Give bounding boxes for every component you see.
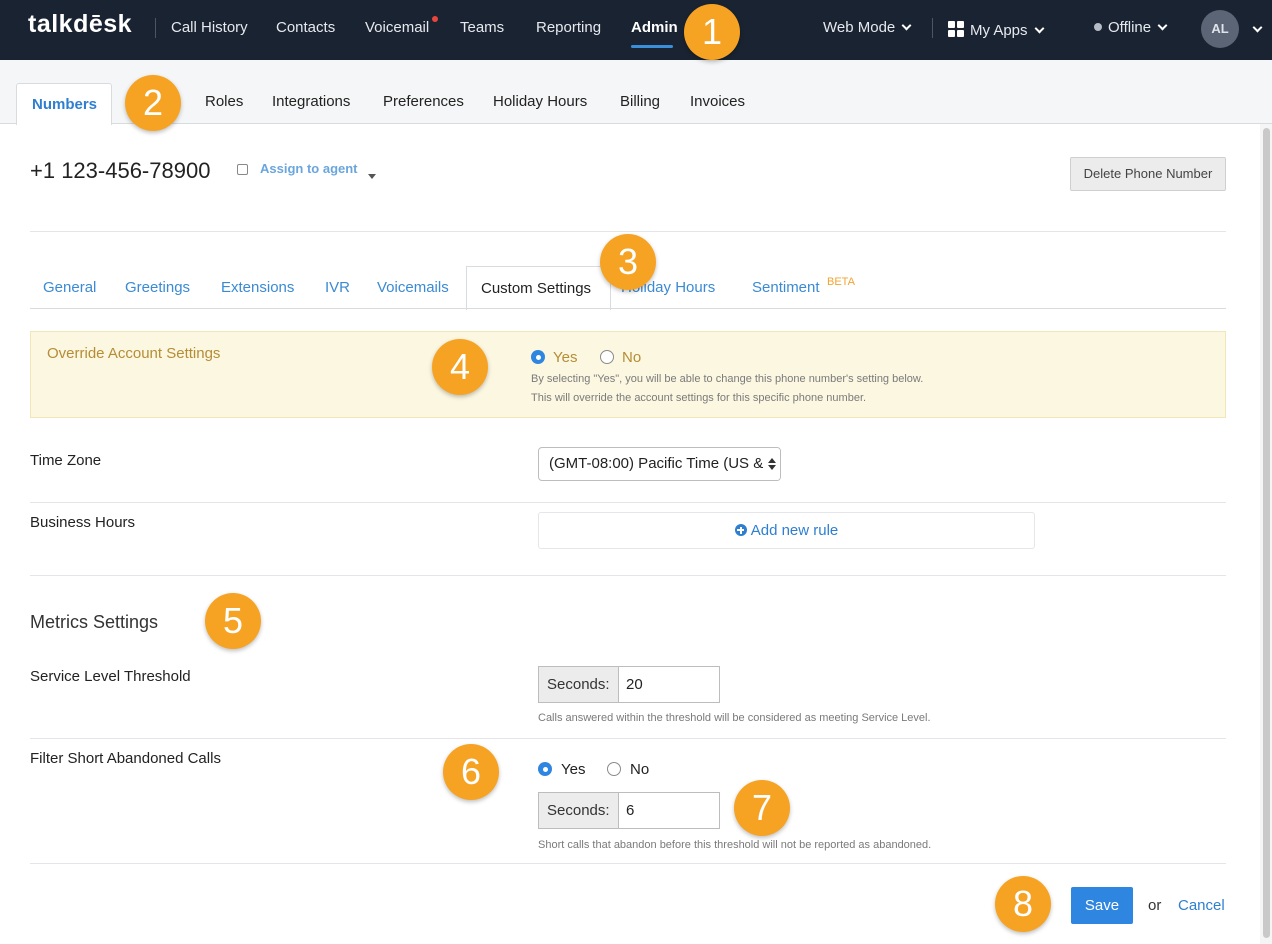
- status-dropdown[interactable]: Offline: [1094, 19, 1168, 36]
- callout-badge-1: 1: [684, 4, 740, 60]
- service-level-threshold-label: Service Level Threshold: [30, 668, 191, 685]
- chevron-down-icon: [1157, 20, 1168, 31]
- time-zone-label: Time Zone: [30, 452, 102, 469]
- web-mode-dropdown[interactable]: Web Mode: [823, 19, 912, 36]
- add-new-rule-button[interactable]: Add new rule: [538, 512, 1035, 549]
- callout-badge-3: 3: [600, 234, 656, 290]
- web-mode-label: Web Mode: [823, 19, 896, 36]
- assign-to-agent-checkbox[interactable]: [237, 164, 248, 175]
- filter-yes-radio[interactable]: [538, 762, 552, 776]
- filter-short-input-group: Seconds:: [538, 792, 720, 829]
- talkdesk-logo[interactable]: talkdēsk: [28, 10, 132, 39]
- active-nav-indicator: [631, 45, 673, 48]
- tab-preferences[interactable]: Preferences: [383, 93, 464, 110]
- time-zone-select[interactable]: (GMT-08:00) Pacific Time (US & Canada): [538, 447, 781, 481]
- voicemail-notification-dot: [432, 16, 438, 22]
- subtab-sentiment[interactable]: Sentiment: [752, 279, 820, 296]
- tab-numbers[interactable]: Numbers: [16, 83, 112, 125]
- nav-divider: [155, 18, 156, 38]
- filter-no-radio[interactable]: [607, 762, 621, 776]
- tab-integrations[interactable]: Integrations: [272, 93, 350, 110]
- user-avatar[interactable]: AL: [1201, 10, 1239, 48]
- cancel-link[interactable]: Cancel: [1178, 897, 1225, 914]
- filter-short-help-text: Short calls that abandon before this thr…: [538, 839, 932, 851]
- apps-grid-icon: [948, 21, 964, 37]
- override-no-label[interactable]: No: [622, 349, 641, 366]
- subtab-ivr[interactable]: IVR: [325, 279, 350, 296]
- subtab-general[interactable]: General: [43, 279, 96, 296]
- divider: [30, 575, 1226, 576]
- divider: [30, 502, 1226, 503]
- filter-no-label[interactable]: No: [630, 761, 649, 778]
- override-label: Override Account Settings: [47, 345, 221, 362]
- caret-down-icon[interactable]: [368, 174, 376, 179]
- nav-admin[interactable]: Admin: [631, 19, 678, 36]
- phone-number-title: +1 123-456-78900: [30, 158, 211, 183]
- admin-tabs-bar: Numbers Roles Integrations Preferences H…: [0, 60, 1272, 125]
- filter-short-seconds-input[interactable]: [620, 793, 719, 828]
- subtab-voicemails[interactable]: Voicemails: [377, 279, 449, 296]
- or-text: or: [1148, 897, 1162, 914]
- service-level-input-group: Seconds:: [538, 666, 720, 703]
- tab-roles[interactable]: Roles: [205, 93, 243, 110]
- callout-badge-5: 5: [205, 593, 261, 649]
- subtab-extensions[interactable]: Extensions: [221, 279, 294, 296]
- plus-circle-icon: [734, 524, 747, 536]
- callout-badge-2: 2: [125, 75, 181, 131]
- metrics-settings-title: Metrics Settings: [30, 612, 159, 632]
- tab-holiday-hours[interactable]: Holiday Hours: [493, 93, 587, 110]
- subtab-greetings[interactable]: Greetings: [125, 279, 190, 296]
- subtabs-baseline: [30, 308, 1226, 309]
- my-apps-label: My Apps: [970, 22, 1028, 39]
- beta-badge: BETA: [827, 276, 855, 288]
- chevron-down-icon[interactable]: [1252, 22, 1263, 33]
- nav-teams[interactable]: Teams: [460, 19, 504, 36]
- chevron-down-icon: [901, 20, 912, 31]
- nav-reporting[interactable]: Reporting: [536, 19, 601, 36]
- nav-divider: [932, 18, 933, 38]
- time-zone-value: (GMT-08:00) Pacific Time (US & Canada): [549, 455, 780, 472]
- status-label: Offline: [1108, 19, 1152, 36]
- override-yes-label[interactable]: Yes: [553, 349, 577, 366]
- subtab-custom-settings-label: Custom Settings: [481, 280, 592, 297]
- seconds-addon: Seconds:: [539, 793, 619, 828]
- override-help-text-1: By selecting "Yes", you will be able to …: [531, 373, 924, 385]
- service-level-help-text: Calls answered within the threshold will…: [538, 712, 931, 724]
- business-hours-label: Business Hours: [30, 514, 136, 531]
- filter-yes-label[interactable]: Yes: [561, 761, 585, 778]
- service-level-seconds-input[interactable]: [620, 667, 719, 702]
- override-yes-radio[interactable]: [531, 350, 545, 364]
- nav-voicemail[interactable]: Voicemail: [365, 19, 429, 36]
- tab-numbers-label: Numbers: [32, 96, 98, 113]
- subtab-custom-settings[interactable]: Custom Settings: [466, 266, 611, 310]
- scrollbar-thumb[interactable]: [1263, 128, 1270, 938]
- callout-badge-6: 6: [443, 744, 499, 800]
- select-arrows-icon: [764, 448, 780, 480]
- assign-to-agent-label[interactable]: Assign to agent: [260, 161, 358, 176]
- save-button[interactable]: Save: [1071, 887, 1133, 924]
- filter-short-abandoned-label: Filter Short Abandoned Calls: [30, 750, 221, 767]
- divider: [30, 863, 1226, 864]
- chevron-down-icon: [1034, 23, 1044, 34]
- nav-contacts[interactable]: Contacts: [276, 19, 335, 36]
- override-help-text-2: This will override the account settings …: [531, 392, 867, 404]
- divider: [30, 231, 1226, 232]
- status-dot-icon: [1094, 23, 1102, 31]
- seconds-addon: Seconds:: [539, 667, 619, 702]
- override-no-radio[interactable]: [600, 350, 614, 364]
- tab-invoices[interactable]: Invoices: [690, 93, 745, 110]
- my-apps-dropdown[interactable]: My Apps: [948, 19, 1044, 39]
- delete-phone-number-button[interactable]: Delete Phone Number: [1070, 157, 1226, 191]
- divider: [30, 738, 1226, 739]
- add-new-rule-label: Add new rule: [750, 522, 839, 539]
- callout-badge-8: 8: [995, 876, 1051, 932]
- top-navigation-bar: talkdēsk Call History Contacts Voicemail…: [0, 0, 1272, 60]
- callout-badge-7: 7: [734, 780, 790, 836]
- callout-badge-4: 4: [432, 339, 488, 395]
- nav-call-history[interactable]: Call History: [171, 19, 248, 36]
- tab-billing[interactable]: Billing: [620, 93, 660, 110]
